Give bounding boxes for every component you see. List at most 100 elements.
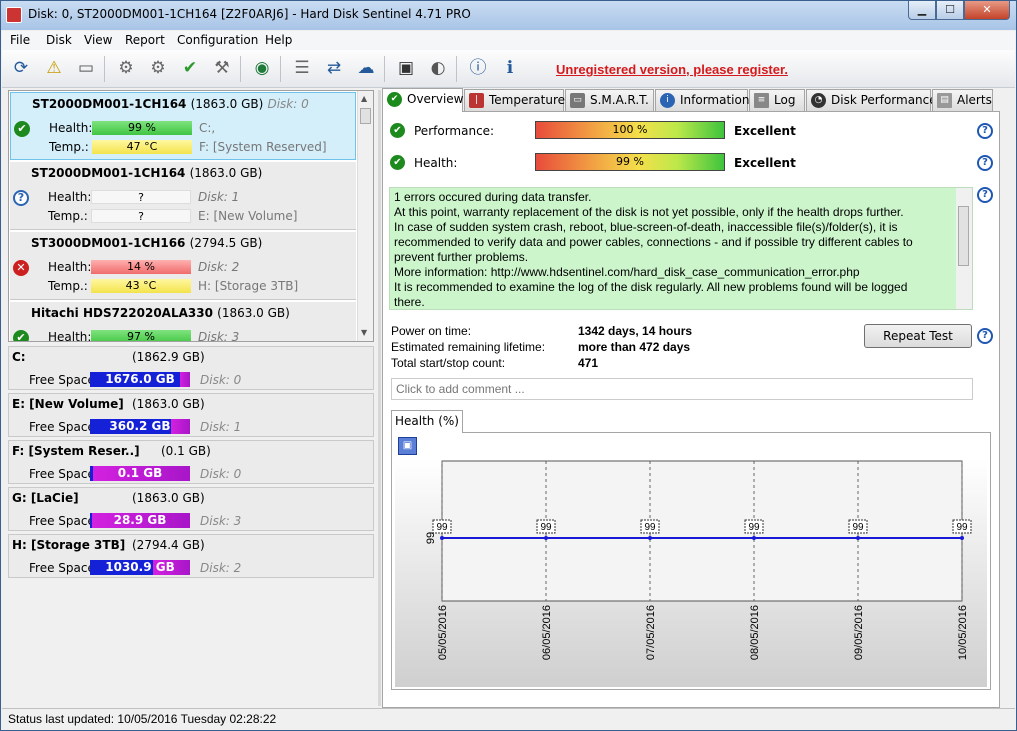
disk-card[interactable]: ST2000DM001-1CH164 (1863.0 GB) Disk: 0 ✔… <box>10 92 356 160</box>
status-ok-icon: ✔ <box>13 330 29 341</box>
speaker-icon[interactable]: ◐ <box>425 55 451 81</box>
tab-disk-performance[interactable]: ◔ Disk Performance <box>806 89 937 111</box>
x-tick-label: 08/05/2016 <box>749 605 761 660</box>
message-scrollbar[interactable] <box>956 188 972 309</box>
performance-text: Excellent <box>734 124 796 138</box>
menu-configuration[interactable]: Configuration <box>177 33 258 47</box>
data-point <box>960 536 964 540</box>
help-icon[interactable]: ⓘ <box>465 55 491 81</box>
message-box[interactable]: 1 errors occured during data transfer. A… <box>389 187 973 310</box>
startstop-label: Total start/stop count: <box>391 356 506 370</box>
scroll-thumb[interactable] <box>360 108 371 124</box>
tab-alerts[interactable]: ▤ Alerts <box>932 89 993 111</box>
free-space-value: 1676.0 GB <box>105 372 175 386</box>
free-space-value: 28.9 GB <box>113 513 167 527</box>
help-icon[interactable]: ? <box>977 187 993 203</box>
tab-log[interactable]: ≡ Log <box>749 89 805 111</box>
toolbar-separator <box>456 56 457 82</box>
volume-card[interactable]: E: [New Volume] (1863.0 GB) Free Space 3… <box>8 393 374 437</box>
health-bar: 97 % <box>91 330 191 341</box>
maximize-button[interactable]: ☐ <box>936 1 964 20</box>
menu-view[interactable]: View <box>84 33 112 47</box>
help-icon[interactable]: ? <box>977 155 993 171</box>
scroll-up-arrow-icon[interactable]: ▲ <box>361 94 367 103</box>
free-space-fill <box>171 419 190 434</box>
menu-report[interactable]: Report <box>125 33 165 47</box>
health-bar: 99 % <box>92 121 192 135</box>
free-space-label: Free Space <box>29 467 95 481</box>
x-tick-label: 07/05/2016 <box>645 605 657 660</box>
free-space-bar: 1676.0 GB <box>90 372 190 387</box>
tab-health-percent[interactable]: Health (%) <box>391 410 463 433</box>
volume-disk: Disk: 1 <box>200 420 242 434</box>
volume-disk: Disk: 0 <box>200 373 242 387</box>
toolbar-separator <box>240 56 241 82</box>
unregistered-link[interactable]: Unregistered version, please register. <box>556 62 788 77</box>
tab-overview[interactable]: ✔ Overview <box>382 88 464 112</box>
disk-card[interactable]: Hitachi HDS722020ALA330 (1863.0 GB) ✔ He… <box>10 302 356 341</box>
data-label: 99 <box>540 522 552 533</box>
volume-card[interactable]: H: [Storage 3TB] (2794.4 GB) Free Space … <box>8 534 374 578</box>
close-button[interactable]: ✕ <box>964 1 1010 20</box>
scroll-thumb[interactable] <box>958 206 969 266</box>
volume-card[interactable]: C: (1862.9 GB) Free Space 1676.0 GB Disk… <box>8 346 374 390</box>
warning-icon[interactable]: ⚠ <box>41 55 67 81</box>
tab-information[interactable]: i Information <box>655 89 749 111</box>
tab-bar: ✔ Overview | Temperature ▭ S.M.A.R.T. i Info… <box>382 88 1000 112</box>
report-icon[interactable]: ☰ <box>289 55 315 81</box>
volume-disk: Disk: 2 <box>200 561 242 575</box>
free-space-bar: 1030.9 GB <box>90 560 190 575</box>
volume-card[interactable]: F: [System Reser..] (0.1 GB) Free Space … <box>8 440 374 484</box>
health-label: Health: <box>48 260 92 274</box>
repeat-test-button[interactable]: Repeat Test <box>864 324 972 348</box>
menu-disk[interactable]: Disk <box>46 33 72 47</box>
network-icon[interactable]: ☁ <box>353 55 379 81</box>
temp-bar: 47 °C <box>92 140 192 154</box>
comment-input[interactable]: Click to add comment ... <box>391 378 973 400</box>
volume-size: (2794.4 GB) <box>132 538 205 552</box>
pane-splitter[interactable] <box>378 90 381 706</box>
help-icon[interactable]: ? <box>977 123 993 139</box>
volume-card[interactable]: G: [LaCie] (1863.0 GB) Free Space 28.9 G… <box>8 487 374 531</box>
data-label: 99 <box>644 522 656 533</box>
disk-list: ST2000DM001-1CH164 (1863.0 GB) Disk: 0 ✔… <box>8 90 374 342</box>
power-on-label: Power on time: <box>391 324 472 338</box>
menu-help[interactable]: Help <box>265 33 292 47</box>
disk-icon[interactable]: ▭ <box>73 55 99 81</box>
globe-icon[interactable]: ◉ <box>249 55 275 81</box>
menu-file[interactable]: File <box>10 33 30 47</box>
free-space-fill <box>180 372 190 387</box>
refresh-icon[interactable]: ⟳ <box>8 55 34 81</box>
health-bar: 14 % <box>91 260 191 274</box>
disk-card[interactable]: ST3000DM001-1CH166 (2794.5 GB) ✕ Health:… <box>10 232 356 300</box>
hdd-ok-icon[interactable]: ✔ <box>177 55 203 81</box>
hdd-tool-icon[interactable]: ⚒ <box>209 55 235 81</box>
tab-smart[interactable]: ▭ S.M.A.R.T. <box>565 89 654 111</box>
free-space-label: Free Space <box>29 561 95 575</box>
volume-disk: Disk: 3 <box>200 514 242 528</box>
hdd-test2-icon[interactable]: ⚙ <box>145 55 171 81</box>
disk-card[interactable]: ST2000DM001-1CH164 (1863.0 GB) ? Health:… <box>10 162 356 230</box>
health-ok-icon: ✔ <box>390 155 405 170</box>
toolbar-separator <box>280 56 281 82</box>
minimize-button[interactable]: ▁ <box>908 1 936 20</box>
info-icon[interactable]: ℹ <box>497 55 523 81</box>
volume-list: C: (1862.9 GB) Free Space 1676.0 GB Disk… <box>8 346 374 582</box>
help-icon[interactable]: ? <box>977 328 993 344</box>
monitor-icon[interactable]: ▣ <box>393 55 419 81</box>
left-pane: ST2000DM001-1CH164 (1863.0 GB) Disk: 0 ✔… <box>8 90 374 706</box>
disk-list-scrollbar[interactable]: ▲ ▼ <box>357 91 373 341</box>
tab-temperature[interactable]: | Temperature <box>464 89 565 111</box>
volume-size: (1863.0 GB) <box>132 397 205 411</box>
free-space-label: Free Space <box>29 514 95 528</box>
toolbar-separator <box>104 56 105 82</box>
volume-size: (0.1 GB) <box>161 444 211 458</box>
hdd-test-icon[interactable]: ⚙ <box>113 55 139 81</box>
power-on-value: 1342 days, 14 hours <box>578 324 693 338</box>
title-bar: Disk: 0, ST2000DM001-1CH164 [Z2F0ARJ6] -… <box>1 1 1016 30</box>
sync-icon[interactable]: ⇄ <box>321 55 347 81</box>
data-point <box>856 536 860 540</box>
check-icon: ✔ <box>387 92 402 107</box>
health-chart: 05/05/2016 06/05/2016 07/05/2016 08/05/2016… <box>425 460 972 660</box>
scroll-down-arrow-icon[interactable]: ▼ <box>361 328 367 337</box>
